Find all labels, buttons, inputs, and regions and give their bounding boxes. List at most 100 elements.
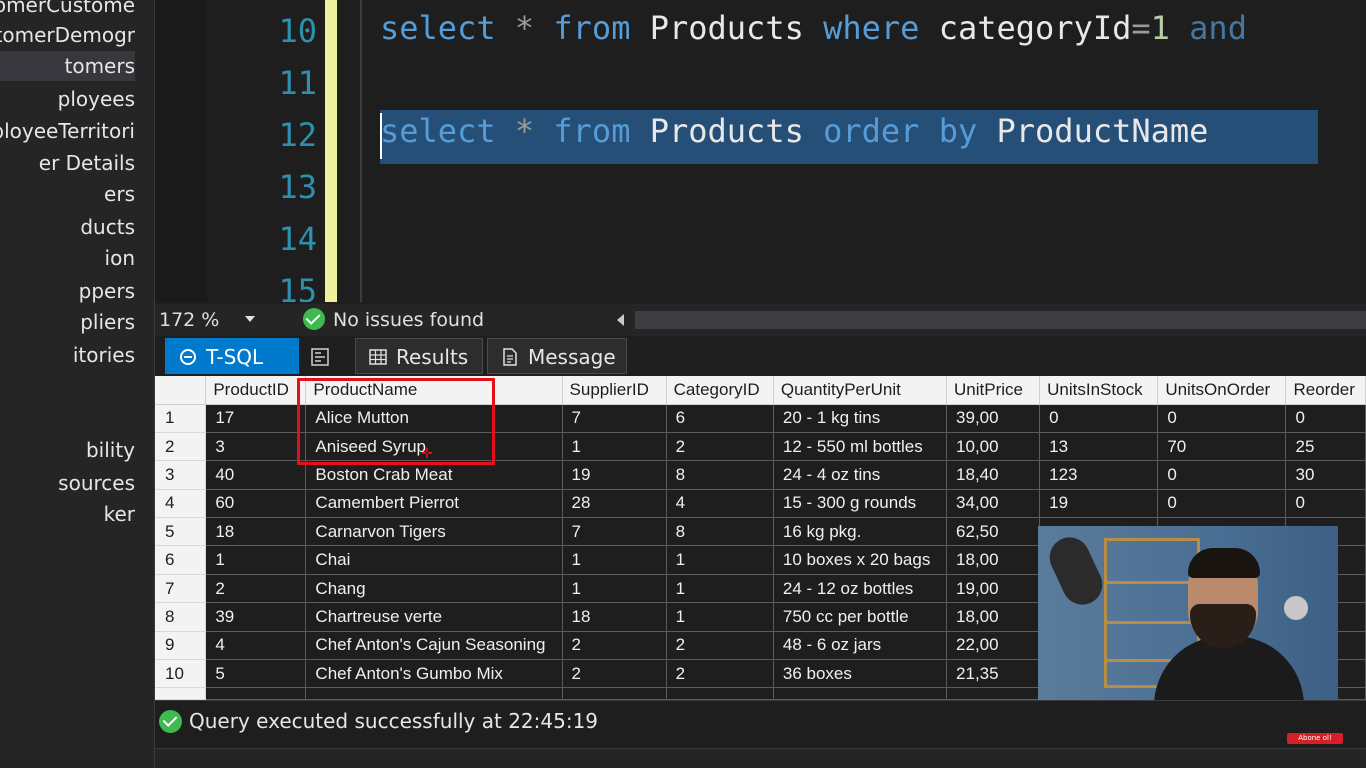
table-row[interactable]: 4 60 Camembert Pierrot 28 4 15 - 300 g rounds… [155,489,1366,519]
grid-cell[interactable]: 24 - 4 oz tins [773,460,948,490]
grid-cell[interactable]: 10,00 [946,432,1041,462]
row-number[interactable]: 3 [155,460,207,490]
grid-cell[interactable]: 750 cc per bottle [773,602,948,632]
row-number[interactable]: 6 [155,545,207,575]
grid-cell[interactable]: 13 [1039,432,1159,462]
explorer-table-item[interactable]: bility [0,435,135,465]
grid-cell[interactable]: 25 [1285,432,1366,462]
explorer-table-item[interactable]: tomers [0,51,135,81]
subscribe-badge[interactable]: Abone ol! [1287,733,1343,744]
explorer-table-item[interactable]: ployees [0,84,135,114]
explorer-table-item[interactable]: ployeeTerritori [0,116,135,146]
grid-cell[interactable]: 4 [666,489,774,519]
tab-results[interactable]: Results [355,338,483,374]
explorer-table-item[interactable]: ppers [0,276,135,306]
grid-cell[interactable]: 60 [205,489,307,519]
grid-cell[interactable]: 39,00 [946,404,1041,433]
tab-message[interactable]: Message [487,338,627,374]
grid-cell[interactable]: 123 [1039,460,1159,490]
grid-cell[interactable]: 0 [1285,489,1366,519]
row-number[interactable]: 1 [155,404,207,433]
grid-cell[interactable]: 18,00 [946,545,1041,575]
row-number[interactable]: 9 [155,631,207,661]
column-header[interactable]: UnitPrice [946,376,1041,405]
grid-cell[interactable]: 2 [562,659,667,689]
grid-cell[interactable]: 19,00 [946,574,1041,604]
chevron-down-icon[interactable] [245,316,255,322]
column-header[interactable]: ProductName [305,376,563,405]
grid-cell[interactable]: 48 - 6 oz jars [773,631,948,661]
table-row[interactable]: 1 17 Alice Mutton 7 6 20 - 1 kg tins 39,00 0 0 0 [155,404,1366,433]
explorer-table-item[interactable]: itories [0,340,135,370]
grid-cell[interactable]: 6 [666,404,774,433]
grid-cell[interactable]: Chef Anton's Gumbo Mix [305,659,563,689]
grid-cell[interactable]: Chai [305,545,563,575]
row-number[interactable]: 2 [155,432,207,462]
grid-cell[interactable]: 7 [562,404,667,433]
grid-cell[interactable]: Chartreuse verte [305,602,563,632]
grid-cell[interactable]: 18 [205,517,307,547]
scroll-left-arrow-icon[interactable] [617,314,624,326]
grid-cell[interactable]: 0 [1285,404,1366,433]
tab-execution-plan[interactable] [301,338,341,374]
grid-cell[interactable]: 19 [562,460,667,490]
grid-cell[interactable]: 22,00 [946,631,1041,661]
grid-cell[interactable]: 8 [666,460,774,490]
code-line-10[interactable]: select * from Products where categoryId=… [380,9,1247,47]
tab-tsql[interactable]: T-SQL [165,338,299,374]
grid-cell[interactable]: Aniseed Syrup [305,432,563,462]
grid-cell[interactable]: 34,00 [946,489,1041,519]
grid-cell[interactable]: 0 [1157,404,1287,433]
grid-corner-cell[interactable] [155,376,207,405]
row-number[interactable]: 7 [155,574,207,604]
grid-cell[interactable]: 36 boxes [773,659,948,689]
grid-cell[interactable]: 8 [666,517,774,547]
column-header[interactable]: UnitsInStock [1039,376,1159,405]
grid-cell[interactable]: 40 [205,460,307,490]
grid-cell[interactable]: 18,00 [946,602,1041,632]
row-number[interactable]: 5 [155,517,207,547]
grid-cell[interactable]: 2 [562,631,667,661]
horizontal-scrollbar[interactable] [635,311,1366,329]
explorer-table-item[interactable]: ion [0,243,135,273]
grid-cell[interactable]: 3 [205,432,307,462]
grid-cell[interactable]: 30 [1285,460,1366,490]
grid-cell[interactable]: 70 [1157,432,1287,462]
grid-cell[interactable]: 39 [205,602,307,632]
grid-cell[interactable]: 0 [1157,489,1287,519]
grid-cell[interactable]: 1 [562,574,667,604]
grid-cell[interactable]: 5 [205,659,307,689]
explorer-table-item[interactable]: ducts [0,212,135,242]
grid-cell[interactable]: 1 [562,545,667,575]
explorer-table-item[interactable]: tomerDemogr [0,20,135,50]
explorer-table-item[interactable]: ers [0,179,135,209]
explorer-table-item[interactable]: pliers [0,307,135,337]
grid-cell[interactable]: 62,50 [946,517,1041,547]
grid-cell[interactable]: 16 kg pkg. [773,517,948,547]
column-header[interactable]: ProductID [205,376,307,405]
grid-cell[interactable]: 4 [205,631,307,661]
grid-cell[interactable]: 17 [205,404,307,433]
grid-cell[interactable]: 1 [666,602,774,632]
explorer-table-item[interactable]: ker [0,499,135,529]
issues-status[interactable]: No issues found [333,306,484,334]
grid-cell[interactable]: 21,35 [946,659,1041,689]
grid-cell[interactable]: Boston Crab Meat [305,460,563,490]
grid-cell[interactable]: 0 [1157,460,1287,490]
column-header[interactable]: Reorder [1285,376,1366,405]
explorer-table-item[interactable]: sources [0,468,135,498]
column-header[interactable]: UnitsOnOrder [1157,376,1287,405]
grid-cell[interactable]: 1 [666,574,774,604]
query-editor[interactable]: select * from Products where categoryId=… [155,0,1366,302]
grid-cell[interactable]: 10 boxes x 20 bags [773,545,948,575]
grid-cell[interactable]: 2 [205,574,307,604]
column-header[interactable]: CategoryID [666,376,774,405]
grid-cell[interactable]: 2 [666,631,774,661]
grid-cell[interactable]: 19 [1039,489,1159,519]
explorer-table-item[interactable]: er Details [0,148,135,178]
grid-cell[interactable]: Camembert Pierrot [305,489,563,519]
table-row[interactable]: 3 40 Boston Crab Meat 19 8 24 - 4 oz tins 18,4… [155,460,1366,490]
row-number[interactable]: 4 [155,489,207,519]
grid-cell[interactable]: 2 [666,432,774,462]
grid-cell[interactable]: 28 [562,489,667,519]
